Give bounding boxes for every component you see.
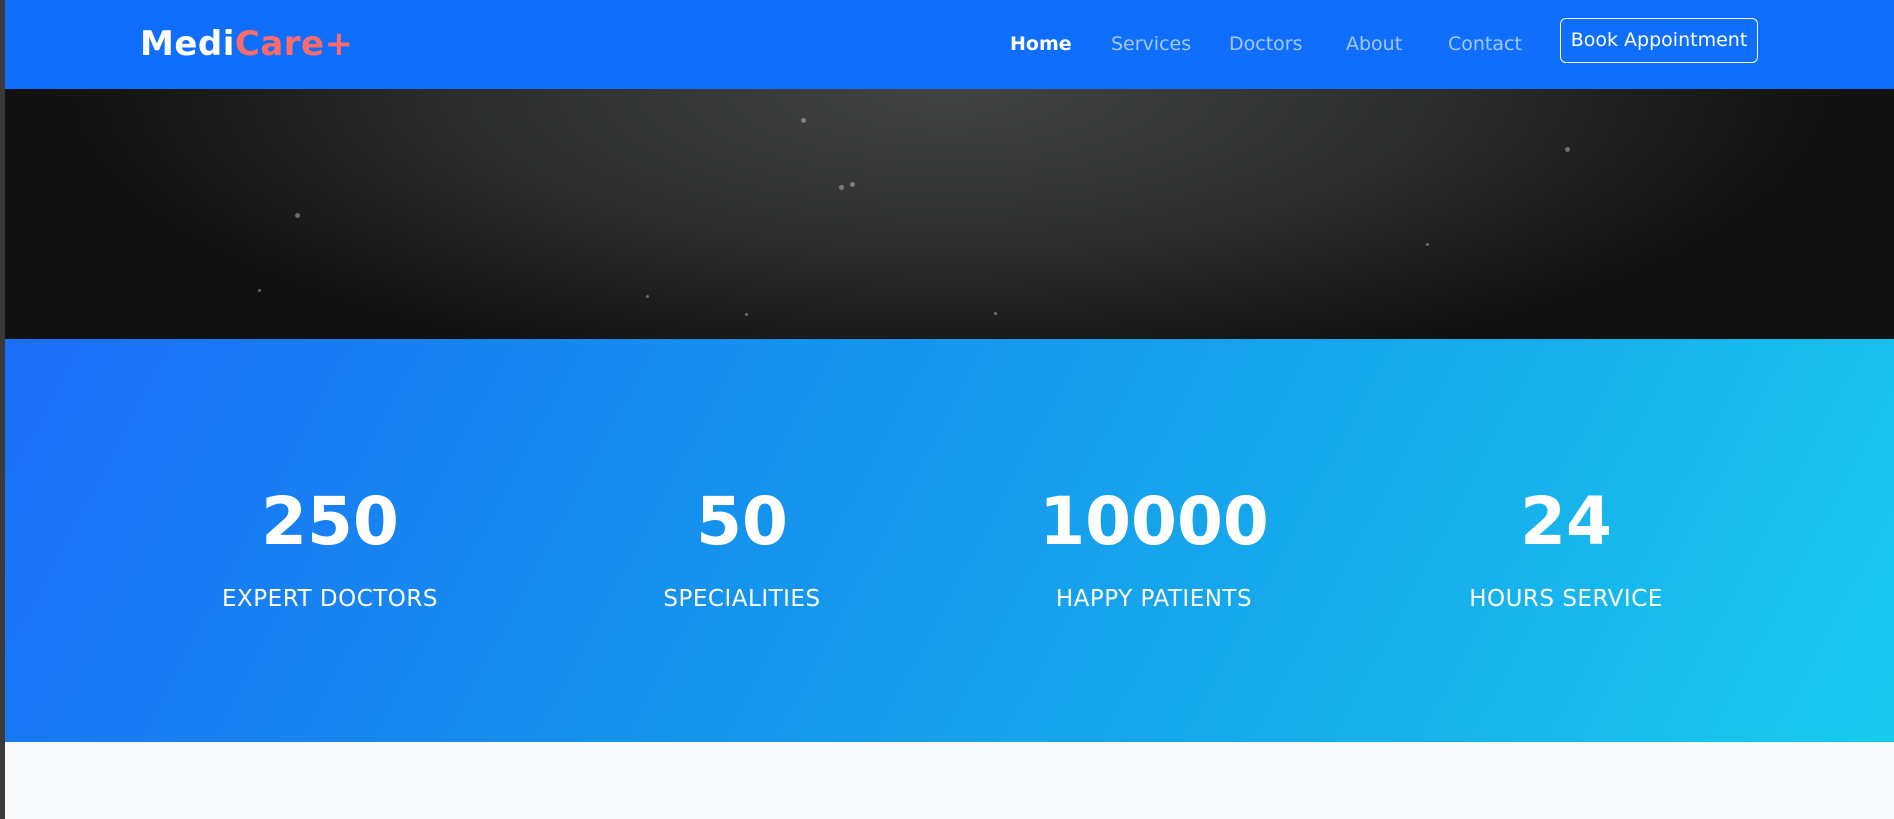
navbar: MediCare+ Home Services Doctors About Co… <box>5 0 1894 89</box>
stat-number: 24 <box>1520 483 1612 560</box>
stat-label: EXPERT DOCTORS <box>222 586 438 612</box>
hero-particle <box>1426 243 1429 246</box>
stat-happy-patients: 10000 HAPPY PATIENTS <box>984 339 1324 742</box>
stat-number: 250 <box>261 483 399 560</box>
stat-expert-doctors: 250 EXPERT DOCTORS <box>160 339 500 742</box>
stat-specialities: 50 SPECIALITIES <box>572 339 912 742</box>
nav-link-about[interactable]: About <box>1346 30 1402 58</box>
hero-particle <box>850 182 855 187</box>
stat-label: SPECIALITIES <box>663 586 821 612</box>
hero-particle <box>1565 147 1570 152</box>
book-appointment-button[interactable]: Book Appointment <box>1560 18 1758 63</box>
hero-particle <box>258 289 261 292</box>
stat-hours-service: 24 HOURS SERVICE <box>1396 339 1736 742</box>
nav-link-services[interactable]: Services <box>1111 30 1191 58</box>
hero-particle <box>646 295 649 298</box>
hero-particle <box>745 313 748 316</box>
hero-particle <box>801 118 806 123</box>
hero-banner <box>5 89 1894 339</box>
stat-number: 50 <box>696 483 788 560</box>
nav-link-doctors[interactable]: Doctors <box>1229 30 1303 58</box>
next-section <box>5 742 1894 819</box>
stat-label: HAPPY PATIENTS <box>1055 586 1253 612</box>
nav-link-contact[interactable]: Contact <box>1448 30 1522 58</box>
page: MediCare+ Home Services Doctors About Co… <box>5 0 1894 819</box>
stat-number: 10000 <box>1039 483 1269 560</box>
stats-section: 250 EXPERT DOCTORS 50 SPECIALITIES 10000… <box>5 339 1894 742</box>
stat-label: HOURS SERVICE <box>1469 586 1663 612</box>
hero-particle <box>295 213 300 218</box>
hero-particle <box>994 312 997 315</box>
hero-particle <box>839 185 844 190</box>
nav-link-home[interactable]: Home <box>1010 30 1072 58</box>
